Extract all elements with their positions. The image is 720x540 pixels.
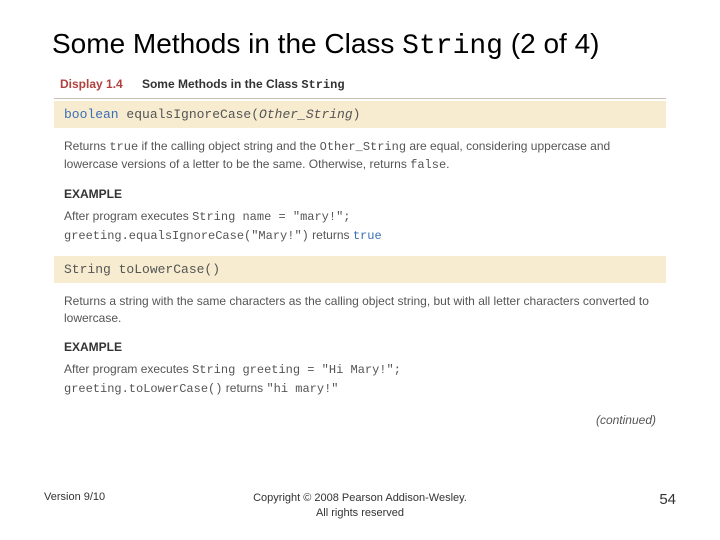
display-title-prefix: Some Methods in the Class xyxy=(142,77,301,91)
ex-code: String name = "mary!"; xyxy=(192,210,350,224)
footer: Version 9/10 Copyright © 2008 Pearson Ad… xyxy=(0,491,720,520)
keyword-boolean: boolean xyxy=(64,107,119,122)
title-suffix: (2 of 4) xyxy=(503,28,599,59)
method1-signature: boolean equalsIgnoreCase(Other_String) xyxy=(54,101,666,128)
desc-param: Other_String xyxy=(320,140,406,154)
content-area: Display 1.4 Some Methods in the Class St… xyxy=(0,72,720,427)
ex-text: After program executes xyxy=(64,209,192,223)
ex-code: String greeting = "Hi Mary!"; xyxy=(192,363,401,377)
method1-description: Returns true if the calling object strin… xyxy=(54,130,666,181)
display-header: Display 1.4 Some Methods in the Class St… xyxy=(54,72,666,98)
ex-result: "hi mary!" xyxy=(266,382,338,396)
desc-true: true xyxy=(109,140,138,154)
ex-code: greeting.equalsIgnoreCase("Mary!") xyxy=(64,229,309,243)
method1-example: After program executes String name = "ma… xyxy=(54,205,666,256)
example-label: EXAMPLE xyxy=(54,334,666,358)
desc-false: false xyxy=(410,158,446,172)
display-label: Display 1.4 xyxy=(60,77,123,91)
title-prefix: Some Methods in the Class xyxy=(52,28,402,59)
desc-text: Returns xyxy=(64,139,109,153)
desc-text: . xyxy=(446,157,449,171)
sig-text: equalsIgnoreCase( xyxy=(119,107,259,122)
copyright-line1: Copyright © 2008 Pearson Addison-Wesley. xyxy=(253,492,467,504)
continued-label: (continued) xyxy=(54,409,666,427)
slide-title: Some Methods in the Class String (2 of 4… xyxy=(0,0,720,72)
copyright-line2: All rights reserved xyxy=(316,507,404,519)
display-title: Some Methods in the Class String xyxy=(142,77,345,91)
sig-text: String toLowerCase() xyxy=(64,262,220,277)
desc-text: if the calling object string and the xyxy=(138,139,319,153)
method2-signature: String toLowerCase() xyxy=(54,256,666,283)
ex-text: returns xyxy=(309,228,353,242)
title-code: String xyxy=(402,31,503,62)
ex-true: true xyxy=(353,229,382,243)
sig-close: ) xyxy=(353,107,361,122)
ex-text: returns xyxy=(222,381,266,395)
ex-code: greeting.toLowerCase() xyxy=(64,382,222,396)
version-label: Version 9/10 xyxy=(44,491,105,503)
example-label: EXAMPLE xyxy=(54,181,666,205)
divider xyxy=(54,98,666,99)
display-title-code: String xyxy=(301,78,344,92)
copyright: Copyright © 2008 Pearson Addison-Wesley.… xyxy=(0,491,720,520)
sig-param: Other_String xyxy=(259,107,353,122)
page-number: 54 xyxy=(659,491,676,508)
method2-description: Returns a string with the same character… xyxy=(54,285,666,334)
method2-example: After program executes String greeting =… xyxy=(54,358,666,409)
ex-text: After program executes xyxy=(64,362,192,376)
